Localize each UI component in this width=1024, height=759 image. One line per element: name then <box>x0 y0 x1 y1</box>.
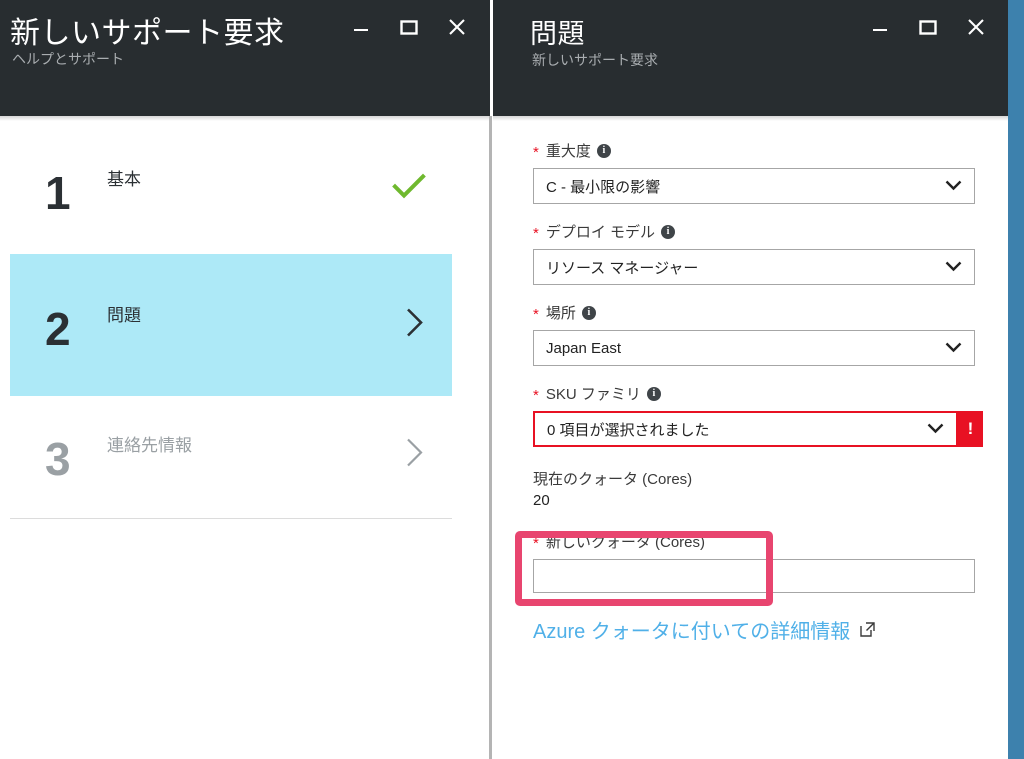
sku-family-label: * SKU ファミリ i <box>533 383 978 404</box>
right-panel-breadcrumb: 新しいサポート要求 <box>532 50 658 70</box>
required-marker: * <box>533 307 539 322</box>
deployment-model-label-text: デプロイ モデル <box>546 221 655 242</box>
step-number: 1 <box>45 170 101 216</box>
left-window-controls <box>348 14 470 40</box>
wizard-step-contact-info[interactable]: 3 連絡先情報 <box>10 396 452 514</box>
current-quota-label: 現在のクォータ (Cores) <box>533 468 978 489</box>
problem-panel: 問題 新しいサポート要求 <box>493 0 1008 759</box>
external-link-icon <box>859 621 876 638</box>
deployment-model-dropdown[interactable]: リソース マネージャー <box>533 249 975 285</box>
close-icon[interactable] <box>444 14 470 40</box>
left-panel-header: 新しいサポート要求 ヘルプとサポート <box>0 0 490 116</box>
field-new-quota: * 新しいクォータ (Cores) <box>533 531 978 593</box>
location-label: * 場所 i <box>533 302 978 323</box>
chevron-down-icon <box>945 259 962 276</box>
field-location: * 場所 i Japan East <box>533 302 978 366</box>
maximize-icon[interactable] <box>915 14 941 40</box>
severity-label: * 重大度 i <box>533 140 978 161</box>
step-label: 連絡先情報 <box>107 431 192 456</box>
step-number: 3 <box>45 436 101 482</box>
close-icon[interactable] <box>963 14 989 40</box>
chevron-down-icon <box>945 178 962 195</box>
deployment-model-value: リソース マネージャー <box>546 257 698 278</box>
field-sku-family: * SKU ファミリ i 0 項目が選択されました ! <box>533 383 978 447</box>
location-label-text: 場所 <box>546 302 576 323</box>
left-panel-title: 新しいサポート要求 <box>10 8 285 52</box>
step-label: 問題 <box>107 301 141 326</box>
new-quota-input[interactable] <box>533 559 975 593</box>
left-header-shadow <box>0 116 490 121</box>
right-window-controls <box>867 14 989 40</box>
field-severity: * 重大度 i C - 最小限の影響 <box>533 140 978 204</box>
current-quota-value: 20 <box>533 492 978 509</box>
field-current-quota: 現在のクォータ (Cores) 20 <box>533 468 978 509</box>
panel-divider <box>489 116 492 759</box>
app-root: 新しいサポート要求 ヘルプとサポート 1 <box>0 0 1024 759</box>
maximize-icon[interactable] <box>396 14 422 40</box>
severity-value: C - 最小限の影響 <box>546 176 660 197</box>
wizard-step-basics[interactable]: 1 基本 <box>10 124 452 254</box>
azure-quota-link-text: Azure クォータに付いての詳細情報 <box>533 615 850 644</box>
deployment-model-label: * デプロイ モデル i <box>533 221 978 242</box>
required-marker: * <box>533 145 539 160</box>
location-value: Japan East <box>546 340 621 357</box>
validation-error-badge[interactable]: ! <box>958 411 983 447</box>
info-icon[interactable]: i <box>582 306 596 320</box>
chevron-down-icon <box>927 421 944 438</box>
chevron-right-icon <box>404 437 426 474</box>
location-dropdown[interactable]: Japan East <box>533 330 975 366</box>
wizard-step-problem[interactable]: 2 問題 <box>10 254 452 396</box>
step-number: 2 <box>45 306 101 352</box>
check-icon <box>392 173 426 206</box>
severity-dropdown[interactable]: C - 最小限の影響 <box>533 168 975 204</box>
info-icon[interactable]: i <box>661 225 675 239</box>
sku-family-value: 0 項目が選択されました <box>547 419 710 440</box>
right-panel-header: 問題 新しいサポート要求 <box>493 0 1008 116</box>
vertical-scrollbar[interactable] <box>1008 0 1024 759</box>
severity-label-text: 重大度 <box>546 140 591 161</box>
new-quota-label-text: 新しいクォータ (Cores) <box>546 531 705 552</box>
right-panel-title: 問題 <box>530 12 585 51</box>
sku-family-label-text: SKU ファミリ <box>546 383 641 404</box>
problem-form: * 重大度 i C - 最小限の影響 * デプロイ モデル i <box>533 140 978 644</box>
required-marker: * <box>533 388 539 403</box>
minimize-icon[interactable] <box>867 14 893 40</box>
left-panel-breadcrumb: ヘルプとサポート <box>12 49 124 69</box>
info-icon[interactable]: i <box>597 144 611 158</box>
required-marker: * <box>533 226 539 241</box>
field-deployment-model: * デプロイ モデル i リソース マネージャー <box>533 221 978 285</box>
new-support-request-panel: 新しいサポート要求 ヘルプとサポート 1 <box>0 0 490 759</box>
wizard-steps: 1 基本 2 問題 3 連絡先情報 <box>10 124 452 514</box>
chevron-right-icon <box>404 307 426 344</box>
steps-divider <box>10 518 452 519</box>
minimize-icon[interactable] <box>348 14 374 40</box>
sku-family-dropdown[interactable]: 0 項目が選択されました <box>533 411 958 447</box>
sku-family-control: 0 項目が選択されました ! <box>533 411 983 447</box>
required-marker: * <box>533 536 539 551</box>
info-icon[interactable]: i <box>647 387 661 401</box>
step-label: 基本 <box>107 165 141 190</box>
azure-quota-more-info-link[interactable]: Azure クォータに付いての詳細情報 <box>533 615 978 644</box>
new-quota-label: * 新しいクォータ (Cores) <box>533 531 978 552</box>
right-header-shadow <box>493 116 1008 121</box>
chevron-down-icon <box>945 340 962 357</box>
